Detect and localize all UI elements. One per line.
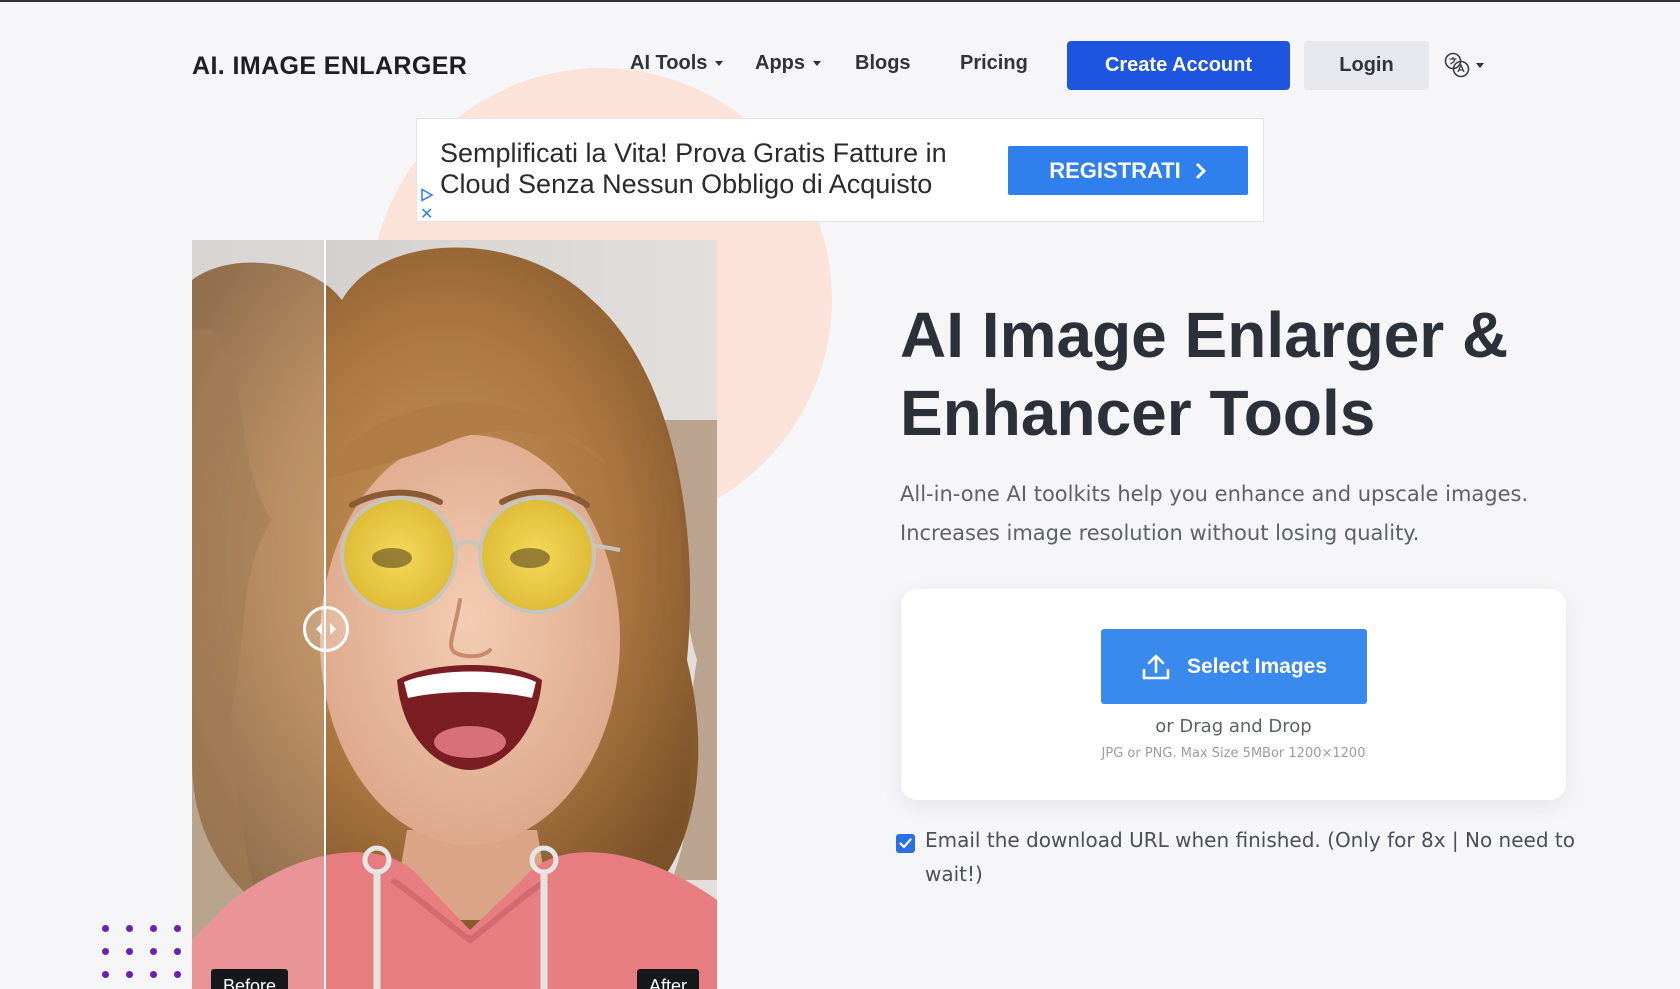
page-title-line: Enhancer Tools: [900, 377, 1376, 449]
after-label: After: [637, 969, 700, 989]
select-images-label: Select Images: [1186, 654, 1328, 678]
caret-down-icon: [1476, 62, 1484, 68]
site-logo[interactable]: AI. IMAGE ENLARGER: [192, 52, 467, 81]
nav-blogs-label: Blogs: [855, 52, 911, 74]
upload-dropzone[interactable]: Select Images or Drag and Drop JPG or PN…: [901, 589, 1566, 800]
ad-close-icon[interactable]: ✕: [420, 206, 433, 222]
drag-drop-hint: or Drag and Drop: [1155, 716, 1312, 737]
page-title-line: AI Image Enlarger &: [900, 299, 1509, 371]
translate-icon: [1444, 52, 1470, 78]
select-images-button[interactable]: Select Images: [1101, 629, 1367, 704]
top-border: [0, 0, 1680, 2]
page-title: AI Image Enlarger & Enhancer Tools: [900, 296, 1600, 452]
chevron-right-icon: [1195, 162, 1206, 179]
slider-handle[interactable]: [303, 606, 349, 652]
before-label: Before: [211, 969, 289, 989]
nav-pricing-label: Pricing: [960, 52, 1028, 74]
nav-apps[interactable]: Apps: [755, 52, 821, 75]
ad-register-button[interactable]: REGISTRATI: [1008, 146, 1248, 195]
checkmark-icon: [899, 838, 912, 849]
nav-apps-label: Apps: [755, 52, 805, 74]
portrait-image: [192, 240, 717, 989]
upload-icon: [1142, 654, 1170, 679]
ad-text: Semplificati la Vita! Prova Gratis Fattu…: [440, 138, 980, 200]
decorative-dots: [102, 925, 181, 978]
drag-arrows-icon: [316, 623, 336, 635]
ad-banner[interactable]: Semplificati la Vita! Prova Gratis Fattu…: [416, 118, 1264, 222]
nav-blogs[interactable]: Blogs: [855, 52, 911, 75]
ad-text-line: Semplificati la Vita! Prova Gratis Fattu…: [440, 138, 947, 168]
language-selector[interactable]: [1444, 52, 1484, 78]
email-checkbox[interactable]: [896, 834, 915, 853]
ad-choices-icon[interactable]: [420, 188, 434, 202]
nav-ai-tools[interactable]: AI Tools: [630, 52, 724, 75]
file-limits-text: JPG or PNG. Max Size 5MBor 1200×1200: [1101, 746, 1366, 761]
ad-text-line: Cloud Senza Nessun Obbligo di Acquisto: [440, 169, 933, 199]
nav-ai-tools-label: AI Tools: [630, 52, 708, 74]
nav-pricing[interactable]: Pricing: [960, 52, 1028, 75]
page-subtitle-line: All-in-one AI toolkits help you enhance …: [900, 482, 1529, 506]
page-subtitle-line: Increases image resolution without losin…: [900, 521, 1420, 545]
ad-register-label: REGISTRATI: [1049, 157, 1181, 183]
caret-down-icon: [813, 61, 821, 66]
create-account-button[interactable]: Create Account: [1067, 41, 1290, 90]
login-button[interactable]: Login: [1304, 41, 1429, 90]
caret-down-icon: [715, 61, 724, 66]
page-subtitle: All-in-one AI toolkits help you enhance …: [900, 475, 1600, 553]
email-checkbox-label[interactable]: Email the download URL when finished. (O…: [925, 823, 1585, 891]
before-after-comparison[interactable]: Before After: [192, 240, 717, 989]
